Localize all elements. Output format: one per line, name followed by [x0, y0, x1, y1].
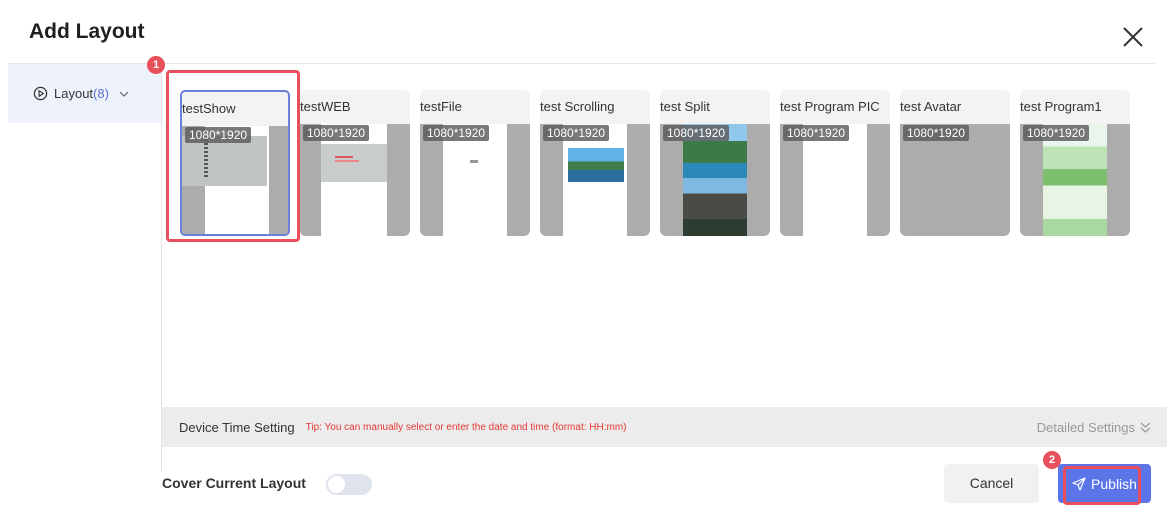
- resolution-badge: 1080*1920: [423, 125, 490, 141]
- layout-card-testfile[interactable]: testFile 1080*1920: [420, 90, 530, 236]
- layout-card-name: test Split: [660, 99, 710, 114]
- publish-label: Publish: [1091, 475, 1137, 492]
- time-setting-tip: Tip: You can manually select or enter th…: [305, 421, 627, 433]
- close-icon[interactable]: [1118, 22, 1148, 52]
- layout-card-name: test Program1: [1020, 99, 1102, 114]
- device-time-setting-bar: Device Time Setting Tip: You can manuall…: [162, 407, 1167, 447]
- layout-card-testweb[interactable]: testWEB 1080*1920: [300, 90, 410, 236]
- layout-card-test-program-pic[interactable]: test Program PIC 1080*1920: [780, 90, 890, 236]
- layout-thumbnail: 1080*1920: [182, 126, 288, 234]
- layout-thumbnail: 1080*1920: [780, 124, 890, 236]
- layout-card-test-split[interactable]: test Split 1080*1920: [660, 90, 770, 236]
- layout-card-name: testWEB: [300, 99, 351, 114]
- send-icon: [1072, 476, 1086, 491]
- layout-card-test-avatar[interactable]: test Avatar 1080*1920: [900, 90, 1010, 236]
- resolution-badge: 1080*1920: [903, 125, 970, 141]
- layout-card-test-scrolling[interactable]: test Scrolling 1080*1920: [540, 90, 650, 236]
- layout-thumbnail: 1080*1920: [660, 124, 770, 236]
- chevron-down-icon[interactable]: [119, 89, 129, 99]
- resolution-badge: 1080*1920: [1023, 125, 1090, 141]
- sidebar-item-label: Layout: [54, 86, 94, 101]
- resolution-badge: 1080*1920: [663, 125, 730, 141]
- layout-card-name: test Avatar: [900, 99, 962, 114]
- resolution-badge: 1080*1920: [543, 125, 610, 141]
- layout-card-name: test Program PIC: [780, 99, 880, 114]
- detailed-settings-link[interactable]: Detailed Settings: [1037, 420, 1135, 435]
- step-marker-2: 2: [1043, 451, 1061, 469]
- layout-thumbnail: 1080*1920: [900, 124, 1010, 236]
- layout-thumbnail: 1080*1920: [420, 124, 530, 236]
- dialog-title: Add Layout: [29, 20, 145, 43]
- sidebar: Layout (8): [8, 64, 162, 471]
- layout-card-name: testShow: [182, 101, 236, 116]
- cover-current-layout-label: Cover Current Layout: [162, 475, 306, 491]
- sidebar-item-count: (8): [93, 86, 109, 101]
- layout-thumbnail: 1080*1920: [300, 124, 410, 236]
- cover-current-layout-toggle[interactable]: [326, 474, 372, 495]
- layout-thumbnail: 1080*1920: [1020, 124, 1130, 236]
- sidebar-item-layout[interactable]: Layout (8): [8, 64, 161, 123]
- step-marker-1: 1: [147, 56, 165, 74]
- layout-thumbnail: 1080*1920: [540, 124, 650, 236]
- layout-card-name: testFile: [420, 99, 462, 114]
- layout-card-test-program1[interactable]: test Program1 1080*1920: [1020, 90, 1130, 236]
- layout-card-name: test Scrolling: [540, 99, 615, 114]
- layout-card-testshow[interactable]: testShow 1080*1920: [180, 90, 290, 236]
- time-setting-label: Device Time Setting: [179, 419, 295, 435]
- cancel-button[interactable]: Cancel: [944, 464, 1039, 503]
- publish-button[interactable]: Publish: [1058, 464, 1151, 503]
- resolution-badge: 1080*1920: [303, 125, 370, 141]
- resolution-badge: 1080*1920: [185, 127, 252, 143]
- play-circle-icon: [33, 86, 48, 101]
- double-chevron-down-icon[interactable]: [1139, 421, 1152, 434]
- header-divider: [8, 63, 1155, 64]
- resolution-badge: 1080*1920: [783, 125, 850, 141]
